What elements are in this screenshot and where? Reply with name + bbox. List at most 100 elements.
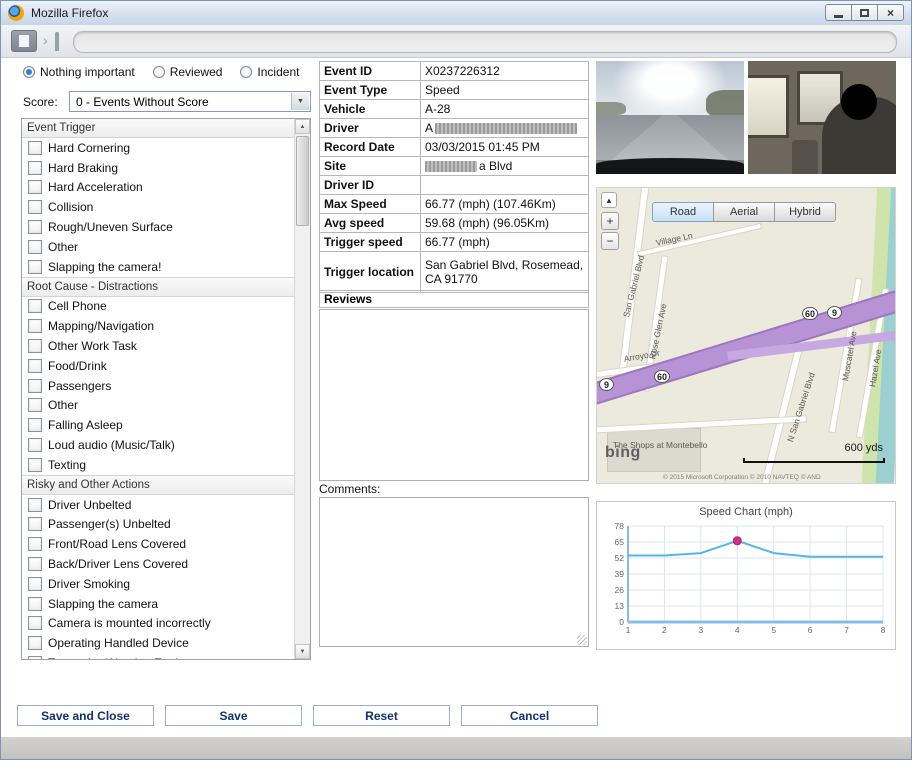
- checkbox[interactable]: [28, 240, 42, 254]
- zoom-out-button[interactable]: −: [601, 232, 619, 250]
- cancel-button[interactable]: Cancel: [461, 705, 598, 726]
- radio-incident[interactable]: Incident: [240, 65, 299, 79]
- svg-text:0: 0: [619, 617, 624, 627]
- reviews-list: [319, 309, 589, 481]
- route-shield: 60: [654, 370, 670, 383]
- checkbox[interactable]: [28, 438, 42, 452]
- checklist-item-driver-unbelted[interactable]: Driver Unbelted: [22, 495, 295, 515]
- checkbox[interactable]: [28, 517, 42, 531]
- dashboard: [596, 158, 744, 174]
- checklist-item-driver-smoking[interactable]: Driver Smoking: [22, 574, 295, 594]
- checkbox-label: Loud audio (Music/Talk): [48, 438, 175, 452]
- field-label: Event Type: [320, 81, 421, 100]
- minimize-button[interactable]: [825, 4, 852, 21]
- checkbox[interactable]: [28, 260, 42, 274]
- checkbox[interactable]: [28, 577, 42, 591]
- chevron-down-icon[interactable]: ▼: [291, 93, 309, 110]
- checkbox-label: Other Work Task: [48, 339, 137, 353]
- radio-circle[interactable]: [23, 66, 35, 78]
- checklist-item-food-drink[interactable]: Food/Drink: [22, 356, 295, 376]
- checkbox[interactable]: [28, 597, 42, 611]
- checklist-item-passengers[interactable]: Passengers: [22, 376, 295, 396]
- checkbox[interactable]: [28, 557, 42, 571]
- radio-nothing-important[interactable]: Nothing important: [23, 65, 135, 79]
- checklist-scrollbar[interactable]: ▲ ▼: [294, 119, 310, 659]
- checklist-item-other-work-task[interactable]: Other Work Task: [22, 336, 295, 356]
- maximize-button[interactable]: [851, 4, 878, 21]
- checklist-item-other[interactable]: Other: [22, 237, 295, 257]
- titlebar[interactable]: Mozilla Firefox ×: [1, 1, 911, 26]
- radio-reviewed[interactable]: Reviewed: [153, 65, 223, 79]
- checkbox[interactable]: [28, 200, 42, 214]
- map-tab-hybrid[interactable]: Hybrid: [774, 202, 836, 222]
- checkbox[interactable]: [28, 339, 42, 353]
- compass-control[interactable]: ▲: [601, 192, 617, 208]
- checkbox[interactable]: [28, 161, 42, 175]
- checklist-item-hard-braking[interactable]: Hard Braking: [22, 158, 295, 178]
- radio-label: Incident: [257, 65, 299, 79]
- route-shield: 9: [599, 378, 614, 391]
- checkbox[interactable]: [28, 656, 42, 660]
- checklist-item-rough-uneven-surface[interactable]: Rough/Uneven Surface: [22, 217, 295, 237]
- checkbox[interactable]: [28, 398, 42, 412]
- scroll-up-button[interactable]: ▲: [295, 119, 310, 134]
- checkbox[interactable]: [28, 458, 42, 472]
- checklist-item-operating-handled-device[interactable]: Operating Handled Device: [22, 633, 295, 653]
- scroll-down-button[interactable]: ▼: [295, 644, 310, 659]
- checklist-item-slapping-the-camera[interactable]: Slapping the camera!: [22, 257, 295, 277]
- save-and-close-button[interactable]: Save and Close: [17, 705, 154, 726]
- road-camera-frame: [596, 61, 744, 174]
- field-value: X0237226312: [421, 62, 589, 81]
- checkbox[interactable]: [28, 141, 42, 155]
- map-canvas[interactable]: Village LnSan Gabriel BlvdRose Glen AveA…: [596, 187, 896, 484]
- checkbox[interactable]: [28, 379, 42, 393]
- checkbox[interactable]: [28, 418, 42, 432]
- close-button[interactable]: ×: [877, 4, 904, 21]
- checklist-item-camera-is-mounted-incorrectly[interactable]: Camera is mounted incorrectly: [22, 614, 295, 634]
- checklist-item-passenger-s-unbelted[interactable]: Passenger(s) Unbelted: [22, 515, 295, 535]
- checkbox[interactable]: [28, 616, 42, 630]
- scrollbar-thumb[interactable]: [296, 136, 309, 226]
- checklist-item-mapping-navigation[interactable]: Mapping/Navigation: [22, 316, 295, 336]
- speed-chart: Speed Chart (mph) 013263952657812345678: [596, 501, 896, 650]
- checklist-item-back-driver-lens-covered[interactable]: Back/Driver Lens Covered: [22, 554, 295, 574]
- checkbox[interactable]: [28, 180, 42, 194]
- checkbox[interactable]: [28, 319, 42, 333]
- field-label: Max Speed: [320, 195, 421, 214]
- checkbox[interactable]: [28, 299, 42, 313]
- checklist-item-falling-asleep[interactable]: Falling Asleep: [22, 415, 295, 435]
- zoom-in-button[interactable]: +: [601, 212, 619, 230]
- group-header-event-trigger: Event Trigger: [22, 119, 295, 138]
- checkbox[interactable]: [28, 537, 42, 551]
- checklist-item-slapping-the-camera[interactable]: Slapping the camera: [22, 594, 295, 614]
- window-controls: ×: [826, 4, 904, 21]
- firefox-icon: [8, 5, 24, 21]
- checklist-item-other[interactable]: Other: [22, 396, 295, 416]
- checklist-item-hard-acceleration[interactable]: Hard Acceleration: [22, 178, 295, 198]
- url-bar[interactable]: [73, 31, 897, 53]
- checklist-item-texting[interactable]: Texting: [22, 455, 295, 475]
- field-value: A: [421, 119, 589, 138]
- checklist-item-loud-audio-music-talk[interactable]: Loud audio (Music/Talk): [22, 435, 295, 455]
- comments-input[interactable]: [319, 497, 589, 647]
- site-identity-button[interactable]: [11, 30, 37, 52]
- save-button[interactable]: Save: [165, 705, 302, 726]
- radio-circle[interactable]: [153, 66, 165, 78]
- checkbox[interactable]: [28, 220, 42, 234]
- resize-grip[interactable]: [577, 635, 587, 645]
- trees: [706, 90, 744, 117]
- checklist-item-front-road-lens-covered[interactable]: Front/Road Lens Covered: [22, 534, 295, 554]
- reset-button[interactable]: Reset: [313, 705, 450, 726]
- checkbox[interactable]: [28, 636, 42, 650]
- zoom-controls: + −: [601, 212, 619, 252]
- checkbox[interactable]: [28, 498, 42, 512]
- checklist-item-collision[interactable]: Collision: [22, 197, 295, 217]
- score-dropdown[interactable]: 0 - Events Without Score ▼: [69, 91, 311, 112]
- radio-circle[interactable]: [240, 66, 252, 78]
- map-tab-road[interactable]: Road: [652, 202, 714, 222]
- checklist-item-cell-phone[interactable]: Cell Phone: [22, 297, 295, 317]
- checklist-item-tampering-abusing-equipment[interactable]: Tampering/Abusing Equipment: [22, 653, 295, 660]
- checklist-item-hard-cornering[interactable]: Hard Cornering: [22, 138, 295, 158]
- map-tab-aerial[interactable]: Aerial: [713, 202, 775, 222]
- checkbox[interactable]: [28, 359, 42, 373]
